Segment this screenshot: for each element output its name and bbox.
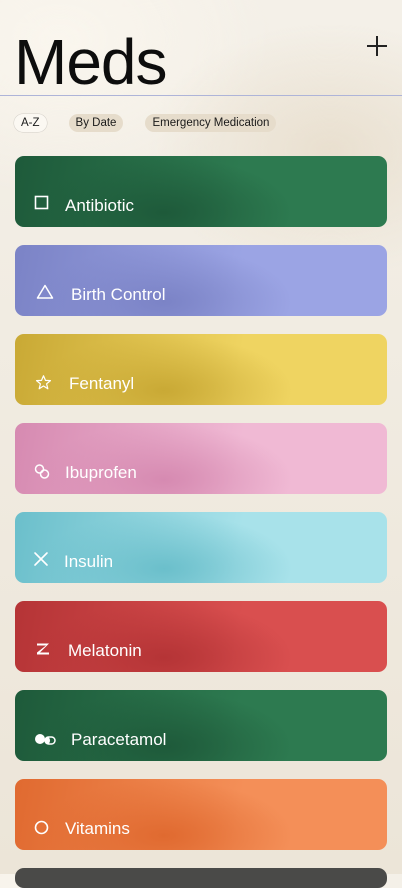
- filter-emergency[interactable]: Emergency Medication: [145, 114, 277, 132]
- sleep-z-icon: [35, 642, 51, 658]
- med-card-antibiotic[interactable]: Antibiotic: [15, 156, 387, 227]
- med-card-ibuprofen[interactable]: Ibuprofen: [15, 423, 387, 494]
- med-name: Fentanyl: [69, 374, 135, 393]
- med-name: Insulin: [64, 552, 114, 571]
- filter-az[interactable]: A-Z: [14, 114, 47, 132]
- med-card-birth-control[interactable]: Birth Control: [15, 245, 387, 316]
- med-name: Vitamins: [65, 819, 130, 838]
- pills-icon: [34, 732, 56, 748]
- filter-by-date[interactable]: By Date: [68, 114, 124, 132]
- cross-icon: [33, 551, 49, 567]
- triangle-icon: [36, 284, 54, 300]
- med-list: Antibiotic Birth Control Fentanyl Ibupro…: [15, 156, 387, 868]
- star-icon: [35, 374, 52, 390]
- circle-icon: [34, 820, 50, 836]
- med-name: Ibuprofen: [65, 463, 137, 482]
- med-card-vitamins[interactable]: Vitamins: [15, 779, 387, 850]
- med-card-fentanyl[interactable]: Fentanyl: [15, 334, 387, 405]
- med-name: Melatonin: [68, 641, 142, 660]
- med-card-melatonin[interactable]: Melatonin: [15, 601, 387, 672]
- link-circles-icon: [34, 463, 50, 479]
- med-name: Paracetamol: [71, 730, 167, 749]
- page-title: Meds: [14, 26, 167, 98]
- add-med-button[interactable]: [367, 36, 387, 56]
- header-divider: [0, 95, 402, 96]
- med-card-paracetamol[interactable]: Paracetamol: [15, 690, 387, 761]
- med-card-partial[interactable]: [15, 868, 387, 888]
- filter-bar: A-Z By Date Emergency Medication: [14, 114, 298, 132]
- med-card-insulin[interactable]: Insulin: [15, 512, 387, 583]
- med-name: Birth Control: [71, 285, 166, 304]
- square-icon: [34, 195, 50, 211]
- med-name: Antibiotic: [65, 196, 134, 215]
